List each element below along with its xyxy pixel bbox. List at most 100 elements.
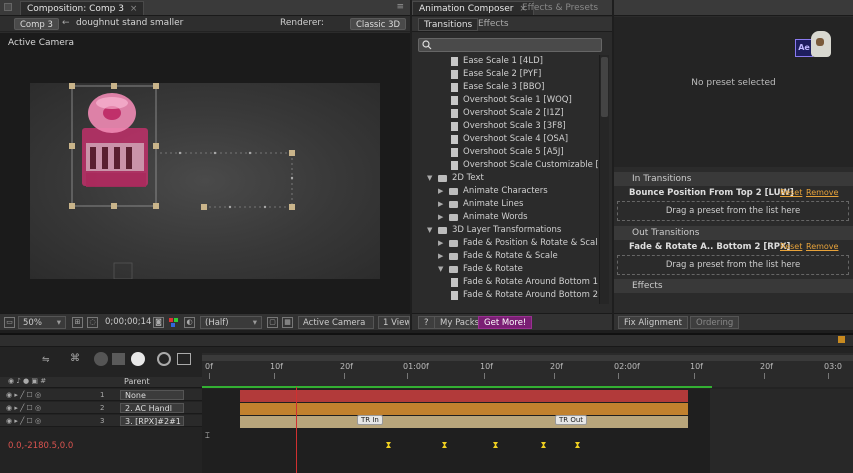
layer-name[interactable]: doughnut stand smaller <box>76 18 183 28</box>
preset-search-input[interactable] <box>418 38 602 52</box>
brainstorm-icon[interactable] <box>177 353 191 365</box>
layer-duration-bar[interactable] <box>240 390 688 402</box>
layer-parent-dropdown[interactable]: None <box>120 390 184 400</box>
composition-viewer[interactable]: Active Camera <box>0 33 410 313</box>
help-button[interactable]: ? <box>418 316 435 329</box>
property-stopwatch-icon[interactable]: ⌶ <box>205 431 210 441</box>
preset-tree-item[interactable]: ▶ Animate Characters <box>412 185 598 198</box>
disclosure-closed-icon[interactable]: ▶ <box>438 237 443 250</box>
layer-switches-icon[interactable]: ◉ ▸ ╱ ☐ ◎ <box>6 415 41 427</box>
always-preview-icon[interactable]: ▭ <box>4 317 15 328</box>
preset-tree[interactable]: Ease Scale 1 [4LD] Ease Scale 2 [PYF] Ease… <box>412 55 598 304</box>
camera-view-dropdown[interactable]: Active Camera ▾ <box>298 316 374 341</box>
property-value[interactable]: 0.0,-2180.5,0.0 <box>8 441 73 451</box>
layer-duration-bar[interactable] <box>240 403 688 415</box>
camera-icon[interactable]: ◙ <box>153 317 164 328</box>
layer-row[interactable]: ◉ ▸ ╱ ☐ ◎ 3 3. [RPX]#2#1 <box>0 415 202 427</box>
preset-tree-item[interactable]: Overshoot Scale 5 [A5J] <box>412 146 598 159</box>
preset-tree-item[interactable]: Overshoot Scale 1 [WOQ] <box>412 94 598 107</box>
time-navigator[interactable] <box>202 355 853 361</box>
time-ruler[interactable] <box>202 353 853 388</box>
preset-tree-item[interactable]: ▼ 2D Text <box>412 172 598 185</box>
effects-header[interactable]: Effects <box>614 279 853 293</box>
timeline-resize-icon[interactable] <box>838 336 845 343</box>
in-transition-dropzone[interactable]: Drag a preset from the list here <box>617 201 849 221</box>
tab-transitions[interactable]: Transitions <box>418 18 479 31</box>
out-transitions-header[interactable]: Out Transitions <box>614 226 853 240</box>
panel-options-icon[interactable]: ≡ <box>396 2 404 12</box>
composition-canvas[interactable] <box>30 83 380 279</box>
scrollbar-thumb[interactable] <box>601 57 608 117</box>
layer-parent-dropdown[interactable]: 3. [RPX]#2#1 <box>120 416 184 426</box>
doughnut-stand-image[interactable] <box>82 93 148 187</box>
layer-parent-dropdown[interactable]: 2. AC Handl <box>120 403 184 413</box>
preset-tree-item-label: Overshoot Scale 3 [3F8] <box>463 121 566 131</box>
layer-switches-icon[interactable]: ◉ ▸ ╱ ☐ ◎ <box>6 402 41 414</box>
close-icon[interactable]: × <box>130 4 138 14</box>
view-layout-dropdown[interactable]: 1 View <box>378 316 410 329</box>
preset-tree-item[interactable]: Fade & Rotate Around Bottom 2 [R <box>412 289 598 302</box>
disclosure-open-icon[interactable]: ▼ <box>438 263 443 276</box>
ordering-button[interactable]: Ordering <box>690 316 740 329</box>
preset-tree-item[interactable]: Ease Scale 3 [BBO] <box>412 81 598 94</box>
layer-duration-bar[interactable] <box>240 416 688 428</box>
fix-alignment-button[interactable]: Fix Alignment <box>618 316 688 329</box>
disclosure-closed-icon[interactable]: ▶ <box>438 250 443 263</box>
motion-blur-icon[interactable] <box>131 352 145 366</box>
preset-tree-item[interactable]: ▶ Animate Lines <box>412 198 598 211</box>
draft-3d-icon[interactable]: ⌘ <box>70 353 80 364</box>
preset-tree-item[interactable]: Overshoot Scale 4 [OSA] <box>412 133 598 146</box>
preset-tree-item[interactable]: Overshoot Scale 3 [3F8] <box>412 120 598 133</box>
disclosure-closed-icon[interactable]: ▶ <box>438 185 443 198</box>
out-remove-link[interactable]: Remove <box>806 240 838 254</box>
preset-tree-item[interactable]: Overshoot Scale Customizable [VIL <box>412 159 598 172</box>
grid-icon[interactable]: ⊞ <box>72 317 83 328</box>
preset-tree-item[interactable]: ▼ 3D Layer Transformations <box>412 224 598 237</box>
preset-tree-item[interactable]: Fade & Rotate Around Bottom 1 [6 <box>412 276 598 289</box>
playhead[interactable] <box>296 387 297 473</box>
shy-layers-icon[interactable] <box>94 352 108 366</box>
motion-path[interactable] <box>160 150 295 210</box>
region-of-interest-icon[interactable]: ▢ <box>267 317 278 328</box>
out-transition-dropzone[interactable]: Drag a preset from the list here <box>617 255 849 275</box>
preset-tree-scrollbar[interactable] <box>599 55 609 304</box>
preset-tree-item[interactable]: ▶ Fade & Position & Rotate & Scale <box>412 237 598 250</box>
panel-menu-icon[interactable] <box>4 3 12 11</box>
transparency-grid-icon[interactable]: ▦ <box>282 317 293 328</box>
resolution-dropdown[interactable]: (Half) ▾ <box>200 316 262 329</box>
tab-effects-presets[interactable]: Effects & Presets <box>516 1 604 15</box>
renderer-button[interactable]: Classic 3D <box>350 18 407 30</box>
marker-tr-in[interactable]: TR In <box>357 415 383 425</box>
in-transitions-header[interactable]: In Transitions <box>614 172 853 186</box>
in-reset-link[interactable]: Reset <box>780 186 802 200</box>
frame-blending-icon[interactable] <box>112 353 125 365</box>
disclosure-open-icon[interactable]: ▼ <box>427 224 432 237</box>
preset-tree-item[interactable]: Overshoot Scale 2 [I1Z] <box>412 107 598 120</box>
out-reset-link[interactable]: Reset <box>780 240 802 254</box>
in-remove-link[interactable]: Remove <box>806 186 838 200</box>
disclosure-closed-icon[interactable]: ▶ <box>438 211 443 224</box>
work-area-bar[interactable] <box>202 386 712 388</box>
tab-composition[interactable]: Composition: Comp 3 × <box>20 1 145 15</box>
tab-effects[interactable]: Effects <box>474 18 513 31</box>
mask-icon[interactable]: ◌ <box>87 317 98 328</box>
disclosure-open-icon[interactable]: ▼ <box>427 172 432 185</box>
disclosure-closed-icon[interactable]: ▶ <box>438 198 443 211</box>
comp-chip[interactable]: Comp 3 <box>14 18 59 30</box>
layer-row[interactable]: ◉ ▸ ╱ ☐ ◎ 1 None <box>0 389 202 401</box>
preset-tree-item[interactable]: ▼ Fade & Rotate <box>412 263 598 276</box>
graph-editor-icon[interactable] <box>157 352 171 366</box>
layer-row[interactable]: ◉ ▸ ╱ ☐ ◎ 2 2. AC Handl <box>0 402 202 414</box>
preset-tree-item[interactable]: ▶ Animate Words <box>412 211 598 224</box>
zoom-dropdown[interactable]: 50% ▾ <box>18 316 66 329</box>
composition-mini-flowchart-icon[interactable]: ⇋ <box>42 355 50 365</box>
preset-tree-item[interactable]: Ease Scale 1 [4LD] <box>412 55 598 68</box>
preset-tree-item[interactable]: ▶ Fade & Rotate & Scale <box>412 250 598 263</box>
snapshot-icon[interactable]: ◐ <box>184 317 195 328</box>
timecode-display[interactable]: 0;00;00;14 <box>101 316 155 329</box>
layer-switches-icon[interactable]: ◉ ▸ ╱ ☐ ◎ <box>6 389 41 401</box>
color-channels-icon[interactable] <box>169 318 179 327</box>
marker-tr-out[interactable]: TR Out <box>555 415 588 425</box>
get-more-button[interactable]: Get More! <box>478 316 533 329</box>
preset-tree-item[interactable]: Ease Scale 2 [PYF] <box>412 68 598 81</box>
